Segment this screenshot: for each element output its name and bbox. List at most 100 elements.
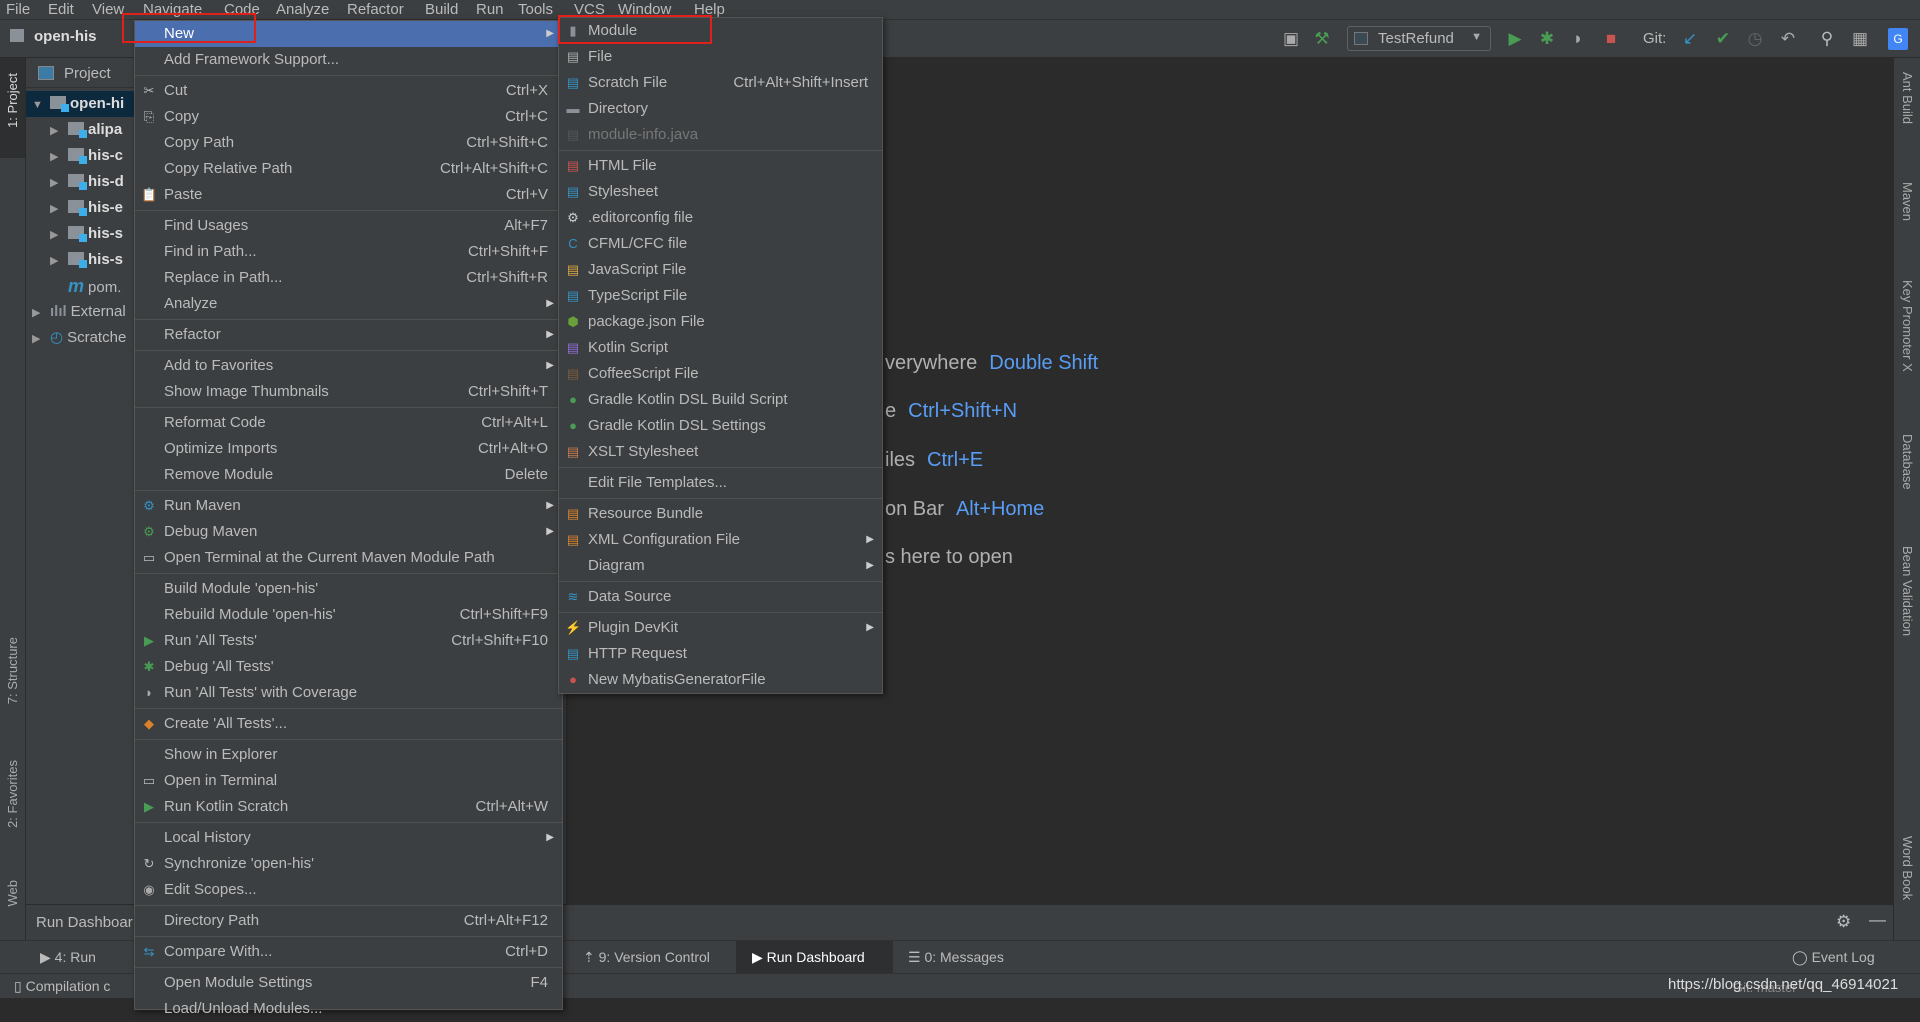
menu-refactor[interactable]: Refactor [347, 1, 404, 18]
tool-tab-structure[interactable]: 7: Structure [5, 637, 20, 704]
menu-item-analyze[interactable]: Analyze ▶ [135, 291, 562, 317]
git-commit-check-icon[interactable]: ✔ [1711, 28, 1735, 50]
menu-edit[interactable]: Edit [48, 1, 74, 18]
menu-item-compare-with[interactable]: ⇆ Compare With... Ctrl+D [135, 939, 562, 965]
collapsed-arrow-icon[interactable]: ▶ [50, 222, 68, 248]
menu-item-copy-relative-path[interactable]: Copy Relative Path Ctrl+Alt+Shift+C [135, 156, 562, 182]
collapsed-arrow-icon[interactable]: ▶ [50, 248, 68, 274]
menu-item-editorconfig-file[interactable]: ⚙ .editorconfig file [559, 205, 882, 231]
run-icon[interactable]: ▶ [1503, 28, 1527, 50]
minimize-icon[interactable]: — [1869, 910, 1886, 930]
menu-item-show-in-explorer[interactable]: Show in Explorer [135, 742, 562, 768]
menu-item-local-history[interactable]: Local History ▶ [135, 825, 562, 851]
menu-item-debug-all-tests[interactable]: ✱ Debug 'All Tests' [135, 654, 562, 680]
menu-item-run-kotlin-scratch[interactable]: ▶ Run Kotlin Scratch Ctrl+Alt+W [135, 794, 562, 820]
tool-tab-event-log[interactable]: ◯ Event Log [1792, 949, 1875, 966]
tool-tab-version-control[interactable]: ⇡ 9: Version Control [583, 949, 710, 966]
expanded-arrow-icon[interactable]: ▼ [32, 92, 50, 118]
tool-tab-bean-validation[interactable]: Bean Validation [1900, 546, 1915, 636]
menu-item-run-all-tests[interactable]: ▶ Run 'All Tests' Ctrl+Shift+F10 [135, 628, 562, 654]
menu-item-html-file[interactable]: ▤ HTML File [559, 153, 882, 179]
run-anything-icon[interactable]: ▣ [1279, 28, 1303, 50]
menu-item-run-maven[interactable]: ⚙ Run Maven ▶ [135, 493, 562, 519]
menu-item-xslt-stylesheet[interactable]: ▤ XSLT Stylesheet [559, 439, 882, 465]
menu-item-copy-path[interactable]: Copy Path Ctrl+Shift+C [135, 130, 562, 156]
menu-view[interactable]: View [92, 1, 124, 18]
menu-item-http-request[interactable]: ▤ HTTP Request [559, 641, 882, 667]
tool-tab-favorites[interactable]: 2: Favorites [5, 760, 20, 828]
project-structure-icon[interactable]: ▦ [1848, 28, 1872, 50]
tool-tab-key-promoter[interactable]: Key Promoter X [1900, 280, 1915, 372]
collapsed-arrow-icon[interactable]: ▶ [32, 300, 50, 326]
tool-tab-run[interactable]: ▶ 4: Run [40, 949, 96, 966]
menu-item-find-usages[interactable]: Find Usages Alt+F7 [135, 213, 562, 239]
menu-item-edit-file-templates[interactable]: Edit File Templates... [559, 470, 882, 496]
run-with-coverage-icon[interactable]: ◗ [1566, 28, 1590, 50]
menu-item-run-all-tests-with-coverage[interactable]: ◗ Run 'All Tests' with Coverage [135, 680, 562, 706]
menu-item-directory[interactable]: ▬ Directory [559, 96, 882, 122]
menu-item-remove-module[interactable]: Remove Module Delete [135, 462, 562, 488]
tool-tab-ant-build[interactable]: Ant Build [1900, 72, 1915, 124]
menu-item-package-json-file[interactable]: ⬢ package.json File [559, 309, 882, 335]
menu-item-debug-maven[interactable]: ⚙ Debug Maven ▶ [135, 519, 562, 545]
menu-item-optimize-imports[interactable]: Optimize Imports Ctrl+Alt+O [135, 436, 562, 462]
project-view-selector[interactable]: Project [64, 65, 111, 82]
menu-item-open-module-settings[interactable]: Open Module Settings F4 [135, 970, 562, 996]
menu-item-coffeescript-file[interactable]: ▤ CoffeeScript File [559, 361, 882, 387]
menu-item-gradle-kotlin-dsl-settings[interactable]: ● Gradle Kotlin DSL Settings [559, 413, 882, 439]
tool-tab-project[interactable]: 1: Project [5, 73, 20, 128]
menu-item-module-info-java[interactable]: ▤ module-info.java [559, 122, 882, 148]
menu-item-gradle-kotlin-dsl-build-script[interactable]: ● Gradle Kotlin DSL Build Script [559, 387, 882, 413]
menu-item-load-unload-modules[interactable]: Load/Unload Modules... [135, 996, 562, 1022]
search-icon[interactable]: ⚲ [1815, 28, 1839, 50]
menu-item-add-framework-support[interactable]: Add Framework Support... [135, 47, 562, 73]
menu-item-edit-scopes[interactable]: ◉ Edit Scopes... [135, 877, 562, 903]
menu-item-xml-configuration-file[interactable]: ▤ XML Configuration File ▶ [559, 527, 882, 553]
menu-item-open-in-terminal[interactable]: ▭ Open in Terminal [135, 768, 562, 794]
menu-item-rebuild-module-open-his[interactable]: Rebuild Module 'open-his' Ctrl+Shift+F9 [135, 602, 562, 628]
debug-bug-icon[interactable]: ✱ [1535, 28, 1559, 50]
menu-run[interactable]: Run [476, 1, 504, 18]
collapsed-arrow-icon[interactable]: ▶ [50, 118, 68, 144]
git-update-icon[interactable]: ↙ [1678, 28, 1702, 50]
collapsed-arrow-icon[interactable]: ▶ [32, 326, 50, 352]
tool-tab-database[interactable]: Database [1900, 434, 1915, 490]
menu-tools[interactable]: Tools [518, 1, 553, 18]
menu-item-reformat-code[interactable]: Reformat Code Ctrl+Alt+L [135, 410, 562, 436]
tool-tab-web[interactable]: Web [5, 880, 20, 907]
menu-item-cfml-cfc-file[interactable]: C CFML/CFC file [559, 231, 882, 257]
menu-item-add-to-favorites[interactable]: Add to Favorites ▶ [135, 353, 562, 379]
run-config-dropdown[interactable]: TestRefund ▼ [1347, 26, 1491, 51]
rollback-icon[interactable]: ↶ [1776, 28, 1800, 50]
menu-item-diagram[interactable]: Diagram ▶ [559, 553, 882, 579]
git-history-clock-icon[interactable]: ◷ [1743, 28, 1767, 50]
menu-analyze[interactable]: Analyze [276, 1, 329, 18]
gear-icon[interactable]: ⚙ [1836, 912, 1851, 932]
collapsed-arrow-icon[interactable]: ▶ [50, 144, 68, 170]
menu-item-typescript-file[interactable]: ▤ TypeScript File [559, 283, 882, 309]
menu-item-file[interactable]: ▤ File [559, 44, 882, 70]
menu-item-kotlin-script[interactable]: ▤ Kotlin Script [559, 335, 882, 361]
project-breadcrumb[interactable]: open-his [34, 28, 97, 45]
menu-item-synchronize-open-his[interactable]: ↻ Synchronize 'open-his' [135, 851, 562, 877]
menu-item-build-module-open-his[interactable]: Build Module 'open-his' [135, 576, 562, 602]
menu-item-data-source[interactable]: ≋ Data Source [559, 584, 882, 610]
tool-tab-messages[interactable]: ☰ 0: Messages [908, 949, 1004, 966]
menu-item-find-in-path[interactable]: Find in Path... Ctrl+Shift+F [135, 239, 562, 265]
menu-item-refactor[interactable]: Refactor ▶ [135, 322, 562, 348]
menu-item-new-mybatisgeneratorfile[interactable]: ● New MybatisGeneratorFile [559, 667, 882, 693]
collapsed-arrow-icon[interactable]: ▶ [50, 170, 68, 196]
collapsed-arrow-icon[interactable]: ▶ [50, 196, 68, 222]
build-hammer-icon[interactable]: ⚒ [1310, 28, 1334, 50]
menu-item-directory-path[interactable]: Directory Path Ctrl+Alt+F12 [135, 908, 562, 934]
menu-item-scratch-file[interactable]: ▤ Scratch File Ctrl+Alt+Shift+Insert [559, 70, 882, 96]
tool-tab-maven[interactable]: Maven [1900, 182, 1915, 221]
menu-item-cut[interactable]: ✂ Cut Ctrl+X [135, 78, 562, 104]
tool-tab-run-dashboard[interactable]: ▶ Run Dashboard [736, 941, 893, 974]
translate-icon[interactable]: G [1888, 28, 1908, 50]
menu-item-paste[interactable]: 📋 Paste Ctrl+V [135, 182, 562, 208]
menu-item-resource-bundle[interactable]: ▤ Resource Bundle [559, 501, 882, 527]
menu-item-replace-in-path[interactable]: Replace in Path... Ctrl+Shift+R [135, 265, 562, 291]
menu-item-copy[interactable]: ⎘ Copy Ctrl+C [135, 104, 562, 130]
menu-build[interactable]: Build [425, 1, 458, 18]
